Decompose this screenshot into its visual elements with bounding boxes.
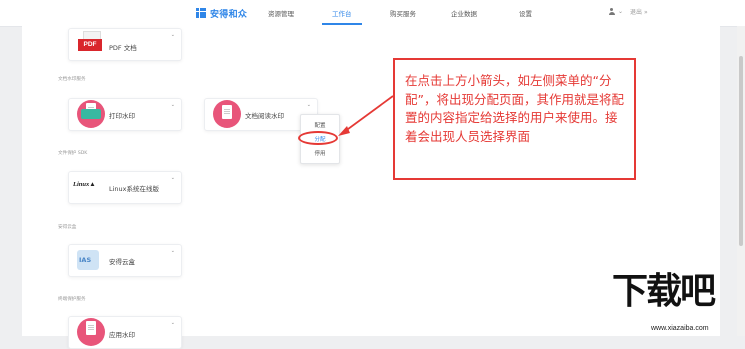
user-icon	[608, 8, 615, 15]
card-label: PDF 文档	[109, 44, 137, 52]
printer-watermark-icon	[77, 100, 105, 128]
section-label-doc-watermark: 文档水印服务	[58, 77, 86, 82]
card-label: 打印水印	[109, 112, 135, 120]
document-watermark-icon	[213, 100, 241, 128]
service-card-app-watermark[interactable]: 应用水印 ⌄	[68, 316, 182, 349]
nav-item-purchase-service[interactable]: 购买服务	[390, 8, 416, 18]
user-menu[interactable]: ⌄ 退出 »	[608, 7, 648, 16]
scrollbar-thumb[interactable]	[739, 56, 743, 246]
highlight-ring	[298, 131, 338, 145]
site-watermark-logo: 下载吧	[612, 271, 716, 312]
cloud-box-icon	[77, 250, 99, 270]
pdf-icon: PDF	[78, 39, 102, 51]
user-dropdown-icon: ⌄	[618, 8, 624, 15]
chevron-down-icon[interactable]: ⌄	[171, 248, 175, 254]
nav-item-workbench[interactable]: 工作台	[332, 8, 352, 18]
app-watermark-icon	[77, 318, 105, 346]
card-label: Linux系统在线版	[109, 185, 160, 193]
card-label: 文档阅读水印	[245, 112, 284, 120]
grid-icon	[196, 8, 206, 18]
logout-link[interactable]: 退出 »	[630, 7, 648, 16]
brand-name: 安得和众	[210, 9, 248, 20]
site-watermark-url: www.xiazaiba.com	[651, 325, 709, 332]
brand-logo[interactable]: 安得和众	[196, 6, 247, 20]
chevron-down-icon[interactable]: ⌄	[171, 102, 175, 108]
service-card-linux[interactable]: Linux▲ Linux系统在线版 ⌄	[68, 171, 182, 204]
vertical-scrollbar[interactable]	[737, 26, 745, 336]
card-label: 安得云盒	[109, 258, 135, 266]
chevron-down-icon[interactable]: ⌄	[171, 175, 175, 181]
nav-item-resource-management[interactable]: 资源管理	[268, 8, 294, 18]
service-card-cloud-box[interactable]: 安得云盒 ⌄	[68, 244, 182, 277]
service-card-pdf[interactable]: PDF PDF 文档 ⌄	[68, 28, 182, 61]
menu-item-configure[interactable]: 配置	[301, 121, 339, 129]
active-tab-indicator	[322, 23, 362, 25]
service-card-print-watermark[interactable]: 打印水印 ⌄	[68, 98, 182, 131]
section-label-terminal-protection: 终端保护服务	[58, 297, 86, 302]
annotation-callout: 在点击上方小箭头，如左侧菜单的“分配”，将出现分配页面，其作用就是将配置的内容指…	[393, 58, 636, 180]
nav-item-settings[interactable]: 设置	[519, 8, 532, 18]
chevron-down-icon[interactable]: ⌄	[307, 102, 311, 108]
top-navigation-bar: 安得和众 资源管理 工作台 购买服务 企业数据 设置 ⌄ 退出 »	[0, 0, 745, 27]
chevron-down-icon[interactable]: ⌄	[171, 320, 175, 326]
chevron-down-icon[interactable]: ⌄	[171, 32, 175, 38]
nav-item-enterprise-data[interactable]: 企业数据	[451, 8, 477, 18]
card-label: 应用水印	[109, 331, 135, 339]
menu-item-disable[interactable]: 停用	[301, 149, 339, 157]
linux-icon: Linux▲	[73, 181, 96, 188]
section-label-cloud-box: 安得云盒	[58, 225, 77, 230]
section-label-file-sdk: 文件保护 SDK	[58, 151, 88, 156]
